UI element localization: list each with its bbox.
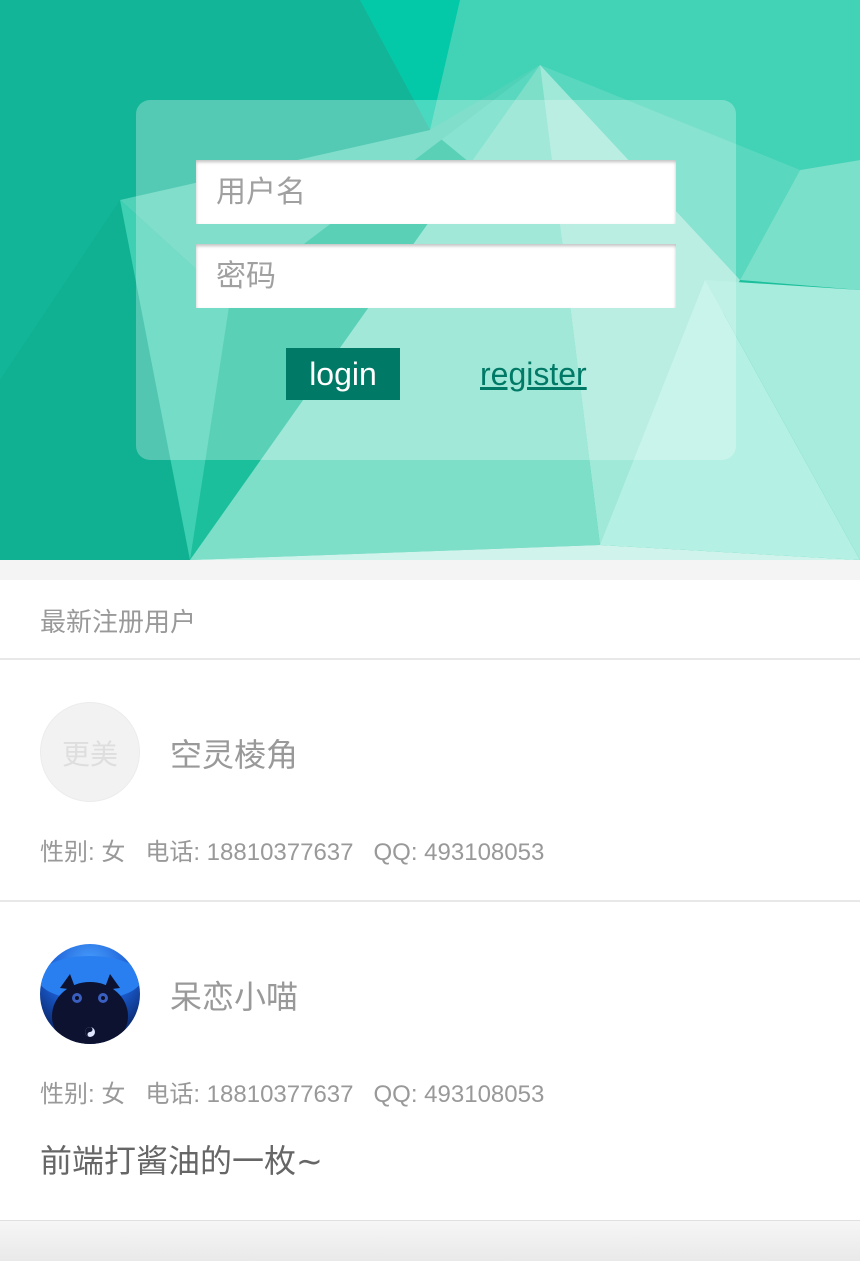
list-title: 最新注册用户	[40, 608, 197, 638]
username-input[interactable]	[196, 160, 676, 224]
login-button[interactable]: login	[286, 348, 400, 400]
user-card[interactable]: 更美 空灵棱角 性别: 女 电话: 18810377637 QQ: 493108…	[0, 662, 860, 902]
register-link[interactable]: register	[480, 356, 587, 393]
user-info: 性别: 女 电话: 18810377637 QQ: 493108053	[40, 1081, 545, 1108]
avatar-placeholder-text: 更美	[61, 738, 118, 771]
cat-avatar-icon	[40, 944, 140, 1044]
list-header: 最新注册用户	[0, 580, 860, 660]
login-hero: login register	[0, 0, 860, 560]
password-input[interactable]	[196, 244, 676, 308]
bottom-bar	[0, 1220, 860, 1261]
user-name: 呆恋小喵	[170, 978, 299, 1016]
user-name: 空灵棱角	[170, 736, 299, 774]
user-info: 性别: 女 电话: 18810377637 QQ: 493108053	[40, 839, 545, 866]
login-form: login register	[136, 100, 736, 460]
user-card[interactable]: 呆恋小喵 性别: 女 电话: 18810377637 QQ: 493108053…	[0, 904, 860, 1220]
avatar: 更美	[40, 702, 140, 802]
new-users-list: 最新注册用户 更美 空灵棱角 性别: 女 电话: 18810377637 QQ:…	[0, 580, 860, 1220]
user-bio: 前端打酱油的一枚~	[40, 1142, 323, 1180]
